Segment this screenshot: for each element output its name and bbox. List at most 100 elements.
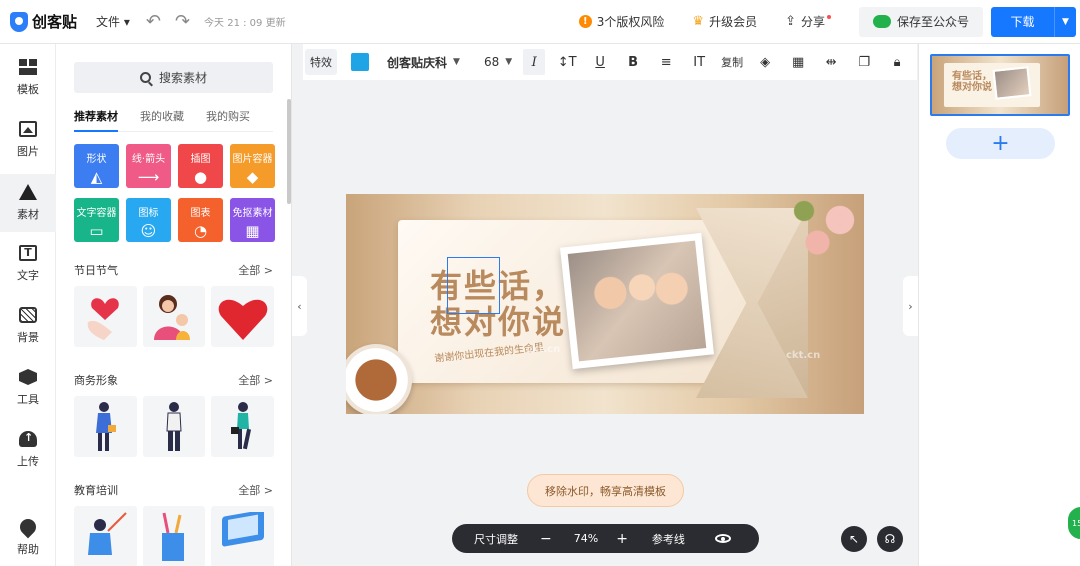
- file-menu[interactable]: 文件 ▾: [96, 13, 130, 30]
- rail-item-tool[interactable]: 工具: [0, 360, 56, 416]
- category-shape[interactable]: 形状 ◭: [74, 144, 119, 188]
- thumb-mother-child[interactable]: [142, 286, 206, 347]
- category-grid: 形状 ◭ 线·箭头 ⟶ 插图 ● 图片容器 ◆ 文字容器 ▭ 图标 ☺ 图表 ◔…: [74, 144, 276, 242]
- coffee-cup-image[interactable]: [346, 344, 412, 414]
- category-text-container[interactable]: 文字容器 ▭: [74, 198, 119, 242]
- design-canvas[interactable]: 有些话， 想对你说 谢谢你出现在我的生命里 ckt.cn ckt.cn: [346, 194, 864, 414]
- guides-button[interactable]: 参考线: [652, 531, 685, 547]
- collapse-panel-button[interactable]: ‹: [292, 276, 307, 336]
- collapse-pages-button[interactable]: ›: [903, 276, 918, 336]
- redo-icon[interactable]: ↷: [175, 11, 190, 32]
- app-name: 创客贴: [32, 13, 78, 31]
- rail-item-help[interactable]: 帮助: [0, 510, 56, 566]
- size-adjust-button[interactable]: 尺寸调整: [474, 531, 518, 547]
- category-cutout[interactable]: 免抠素材 ▦: [230, 198, 275, 242]
- save-wechat-button[interactable]: 保存至公众号: [859, 6, 983, 37]
- chevron-down-icon: ▼: [453, 57, 460, 67]
- search-material-button[interactable]: 搜索素材: [74, 62, 273, 93]
- category-line-arrow[interactable]: 线·箭头 ⟶: [126, 144, 171, 188]
- section-more-link[interactable]: 全部 >: [238, 262, 273, 278]
- save-wechat-label: 保存至公众号: [896, 15, 969, 29]
- copy-button[interactable]: 复制: [721, 49, 743, 75]
- family-photo-frame[interactable]: [560, 232, 714, 370]
- thumb-business-woman[interactable]: [74, 396, 137, 457]
- app-logo[interactable]: 创客贴: [10, 11, 80, 32]
- mini-photo: [992, 66, 1032, 100]
- zoom-out-button[interactable]: −: [540, 531, 552, 547]
- download-button[interactable]: 下载 ▼: [991, 6, 1076, 37]
- section-business: 商务形象 全部 >: [74, 372, 273, 388]
- font-select[interactable]: 创客贴庆科 ▼: [387, 49, 460, 75]
- section-more-link[interactable]: 全部 >: [238, 372, 273, 388]
- rail-label: 模板: [17, 83, 39, 96]
- transparency-icon[interactable]: ▦: [787, 49, 809, 75]
- share-label: 分享: [800, 15, 825, 29]
- copyright-risk-button[interactable]: ! 3个版权风险: [578, 13, 664, 30]
- flip-icon[interactable]: ⇹: [820, 49, 842, 75]
- thumb-teacher[interactable]: [74, 506, 137, 566]
- family-photo: [567, 240, 707, 362]
- underline-icon[interactable]: U: [589, 49, 611, 75]
- template-icon: [19, 59, 37, 75]
- category-icon[interactable]: 图标 ☺: [126, 198, 171, 242]
- text-icon: T: [19, 245, 37, 261]
- eye-icon[interactable]: [714, 534, 731, 543]
- chevron-right-icon: ›: [908, 299, 913, 313]
- rail-item-text[interactable]: T 文字: [0, 236, 56, 292]
- rail-item-background[interactable]: 背景: [0, 298, 56, 354]
- remove-watermark-button[interactable]: 移除水印，畅享高清模板: [527, 474, 684, 507]
- bold-icon[interactable]: B: [622, 49, 644, 75]
- customer-service-icon[interactable]: ☊: [877, 526, 903, 552]
- lily-flower-image[interactable]: [786, 194, 864, 274]
- category-label: 图片容器: [232, 154, 273, 165]
- panel-scrollbar[interactable]: [287, 99, 291, 204]
- search-icon: [139, 72, 151, 83]
- text-color-swatch[interactable]: [351, 53, 369, 71]
- section-more-link[interactable]: 全部 >: [238, 482, 273, 498]
- letter-spacing-icon[interactable]: IT: [688, 49, 710, 75]
- download-dropdown-icon[interactable]: ▼: [1054, 6, 1076, 37]
- category-image-container[interactable]: 图片容器 ◆: [230, 144, 275, 188]
- tab-recommended[interactable]: 推荐素材: [74, 108, 118, 132]
- thumb-business-man[interactable]: [142, 396, 206, 457]
- thumb-monitor[interactable]: [211, 506, 275, 566]
- thumb-red-heart[interactable]: [211, 286, 275, 347]
- effect-button[interactable]: 特效: [305, 49, 337, 75]
- rail-item-image[interactable]: 图片: [0, 112, 56, 168]
- layers-icon[interactable]: ◈: [754, 49, 776, 75]
- rail-item-upload[interactable]: 上传: [0, 422, 56, 478]
- selection-box[interactable]: [447, 257, 500, 314]
- cube-icon: ◆: [246, 168, 259, 186]
- lock-icon[interactable]: 🔒︎: [886, 49, 908, 75]
- mini-headline: 有些话， 想对你说: [952, 71, 992, 93]
- thumb-pen-holder[interactable]: [142, 506, 206, 566]
- shadow-icon[interactable]: ❐: [853, 49, 875, 75]
- pages-panel: 有些话， 想对你说 +: [918, 44, 1080, 566]
- rail-item-material[interactable]: 素材: [0, 174, 56, 232]
- font-size-select[interactable]: 68 ▼: [484, 49, 512, 75]
- category-illustration[interactable]: 插图 ●: [178, 144, 223, 188]
- search-label: 搜索素材: [158, 71, 207, 85]
- thumb-business-walking[interactable]: [211, 396, 275, 457]
- italic-icon[interactable]: I: [523, 49, 546, 75]
- upload-icon: [19, 431, 37, 447]
- back-to-top-icon[interactable]: ↖: [841, 526, 867, 552]
- category-chart[interactable]: 图表 ◔: [178, 198, 223, 242]
- page-thumbnail-1[interactable]: 有些话， 想对你说: [930, 54, 1070, 116]
- crown-icon: ♛: [692, 14, 705, 29]
- rail-item-template[interactable]: 模板: [0, 50, 56, 106]
- business-thumbs: [74, 396, 275, 457]
- zoom-level[interactable]: 74%: [574, 532, 598, 545]
- tab-favorites[interactable]: 我的收藏: [140, 108, 184, 132]
- share-button[interactable]: ⇪ 分享: [785, 13, 831, 30]
- rail-label: 素材: [17, 208, 39, 221]
- upgrade-button[interactable]: ♛ 升级会员: [692, 13, 757, 30]
- undo-icon[interactable]: ↶: [146, 11, 161, 32]
- add-page-button[interactable]: +: [946, 128, 1055, 159]
- tab-purchased[interactable]: 我的购买: [206, 108, 250, 132]
- line-height-icon[interactable]: ↕T: [556, 49, 578, 75]
- arrow-icon: ⟶: [137, 168, 160, 186]
- align-center-icon[interactable]: ≡: [655, 49, 677, 75]
- zoom-in-button[interactable]: +: [616, 531, 628, 547]
- thumb-heart-hand[interactable]: [74, 286, 137, 347]
